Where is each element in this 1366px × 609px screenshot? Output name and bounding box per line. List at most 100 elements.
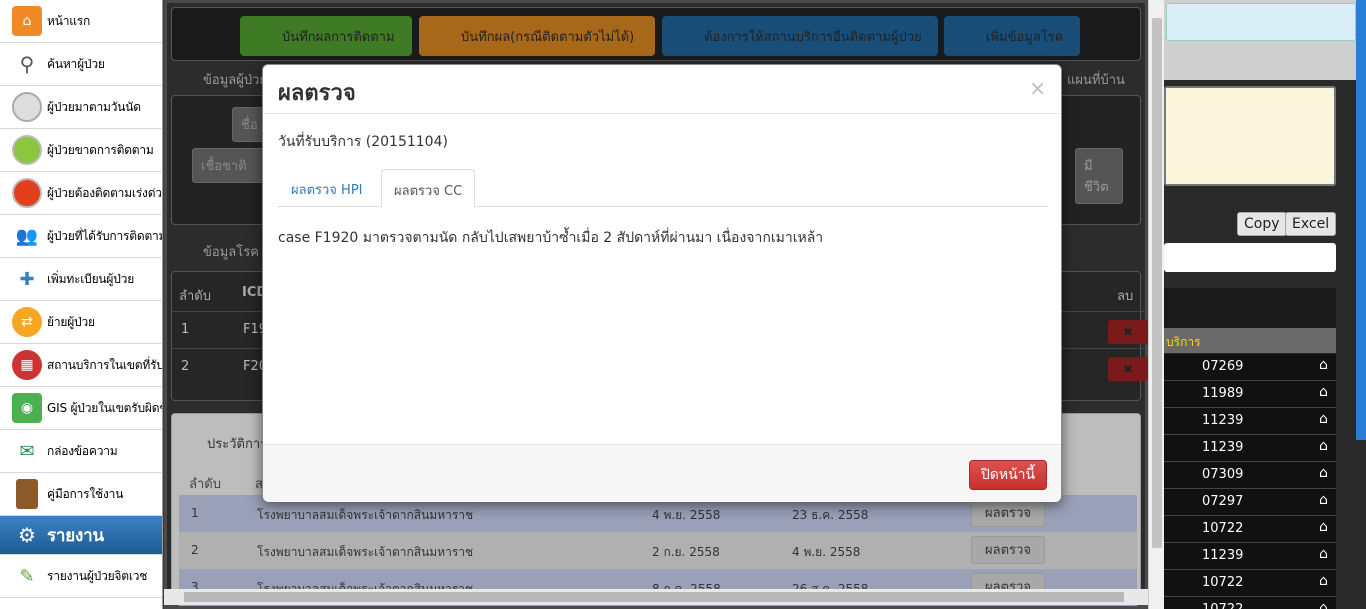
table-row[interactable]: 07297 ⌂ [1164, 489, 1336, 516]
sidebar-item-messages[interactable]: ✉ กล่องข้อความ [0, 430, 162, 473]
transfer-icon: ⇄ [12, 307, 42, 337]
save-not-found-label: บันทึกผล(กรณีติดตามตัวไม่ได้) [461, 29, 635, 45]
note-box [1164, 86, 1336, 186]
home-icon[interactable]: ⌂ [1319, 600, 1328, 609]
sidebar: ⌂ หน้าแรก ⚲ ค้นหาผู้ป่วย ผู้ป่วยมาตามวัน… [0, 0, 163, 609]
white-dot-icon [12, 92, 42, 122]
tab-hpi[interactable]: ผลตรวจ HPI [279, 169, 375, 207]
add-user-icon: ✚ [12, 264, 42, 294]
home-icon[interactable]: ⌂ [1319, 546, 1328, 562]
save-followup-button[interactable]: บันทึกผลการติดตาม [240, 16, 412, 56]
patient-info-header: ข้อมูลผู้ป่วย [203, 73, 268, 88]
sidebar-item-add-patient[interactable]: ✚ เพิ่มทะเบียนผู้ป่วย [0, 258, 162, 301]
row-no: 1 [191, 506, 199, 520]
table-search-input[interactable] [1164, 243, 1336, 272]
table-row[interactable]: 10722 ⌂ [1164, 597, 1336, 609]
sidebar-item-facilities[interactable]: ▦ สถานบริการในเขตที่รับผิดชอบ [0, 344, 162, 387]
exam-result-button[interactable]: ผลตรวจ [971, 536, 1045, 564]
info-box [1166, 3, 1356, 41]
sidebar-item-label: ผู้ป่วยที่ได้รับการติดตาม [47, 228, 162, 243]
home-icon[interactable]: ⌂ [1319, 492, 1328, 508]
home-icon: ⌂ [12, 6, 42, 36]
row-no: 1 [181, 322, 190, 337]
table-row[interactable]: 11239 ⌂ [1164, 543, 1336, 570]
map-pin-icon: ◉ [12, 393, 42, 423]
home-map-tab[interactable]: แผนที่บ้าน [1067, 69, 1125, 90]
history-col-order[interactable]: ลำดับ [189, 473, 221, 494]
users-icon: 👥 [12, 221, 42, 251]
table-row[interactable]: 10722 ⌂ [1164, 570, 1336, 597]
alive-status[interactable]: มีชีวิต [1075, 148, 1123, 204]
sidebar-item-label: รายงาน [47, 525, 104, 546]
sidebar-item-manual[interactable]: คู่มือการใช้งาน [0, 473, 162, 516]
home-icon[interactable]: ⌂ [1319, 384, 1328, 400]
sidebar-item-missed-followup[interactable]: ผู้ป่วยขาดการติดตาม [0, 129, 162, 172]
right-panel: Copy Excel บริการ 07269 ⌂ 11989 ⌂ 11239 ⌂ 1… [1164, 0, 1366, 609]
sidebar-item-label: รายงานผู้ป่วยจิตเวช [47, 568, 148, 583]
table-row[interactable]: 10722 ⌂ [1164, 516, 1336, 543]
sidebar-item-transfer[interactable]: ⇄ ย้ายผู้ป่วย [0, 301, 162, 344]
sidebar-item-reports[interactable]: ⚙ รายงาน [0, 516, 162, 555]
report-icon: ✎ [12, 561, 42, 591]
disease-col-delete: ลบ [1117, 289, 1134, 304]
row-no: 2 [181, 359, 190, 374]
right-accent-bar [1356, 0, 1366, 440]
table-row[interactable]: 07309 ⌂ [1164, 462, 1336, 489]
table-row[interactable]: 11239 ⌂ [1164, 408, 1336, 435]
home-icon[interactable]: ⌂ [1319, 465, 1328, 481]
table-row[interactable]: 07269 ⌂ [1164, 354, 1336, 381]
result-tabs: ผลตรวจ HPI ผลตรวจ CC [278, 169, 1048, 208]
home-icon[interactable]: ⌂ [1319, 573, 1328, 589]
row-date2: 4 พ.ย. 2558 [792, 545, 861, 559]
sidebar-item-label: กล่องข้อความ [47, 443, 118, 458]
tab-content-text: case F1920 มาตรวจตามนัด กลับไปเสพยาบ้าซ้… [278, 230, 824, 246]
tab-cc[interactable]: ผลตรวจ CC [381, 169, 476, 208]
service-date: วันที่รับบริการ (20151104) [278, 134, 448, 150]
home-icon[interactable]: ⌂ [1319, 519, 1328, 535]
home-icon[interactable]: ⌂ [1319, 438, 1328, 454]
right-top-area [1164, 0, 1366, 80]
sidebar-item-home[interactable]: ⌂ หน้าแรก [0, 0, 162, 43]
row-value: 10722 [1202, 602, 1243, 609]
home-icon[interactable]: ⌂ [1319, 411, 1328, 427]
disease-col-order[interactable]: ลำดับ [179, 285, 211, 306]
save-not-found-button[interactable]: บันทึกผล(กรณีติดตามตัวไม่ได้) [419, 16, 655, 56]
row-value: 07297 [1202, 494, 1244, 509]
action-toolbar: บันทึกผลการติดตาม บันทึกผล(กรณีติดตามตัว… [171, 7, 1141, 61]
sidebar-item-psych-report[interactable]: ✎ รายงานผู้ป่วยจิตเวช [0, 555, 162, 598]
book-icon [16, 479, 38, 509]
sidebar-item-gis[interactable]: ◉ GIS ผู้ป่วยในเขตรับผิดชอบ [0, 387, 162, 430]
table-row: 2 โรงพยาบาลสมเด็จพระเจ้าตากสินมหาราช 2 ก… [179, 532, 1137, 569]
row-value: 10722 [1202, 521, 1244, 536]
sidebar-item-appointment[interactable]: ผู้ป่วยมาตามวันนัด [0, 86, 162, 129]
table-row[interactable]: 11239 ⌂ [1164, 435, 1336, 462]
exam-result-modal: ผลตรวจ × วันที่รับบริการ (20151104) ผลตร… [262, 64, 1062, 502]
add-disease-button[interactable]: เพิ่มข้อมูลโรค [944, 16, 1080, 56]
row-date2: 23 ธ.ค. 2558 [792, 508, 869, 522]
scrollbar-thumb[interactable] [184, 592, 1124, 602]
disease-info-header: ข้อมูลโรค [203, 245, 259, 260]
excel-button[interactable]: Excel [1285, 212, 1337, 236]
row-date1: 4 พ.ย. 2558 [652, 508, 721, 522]
modal-title: ผลตรวจ [278, 81, 356, 106]
table-row[interactable]: 11989 ⌂ [1164, 381, 1336, 408]
sidebar-item-followed[interactable]: 👥 ผู้ป่วยที่ได้รับการติดตาม [0, 215, 162, 258]
sidebar-item-label: ผู้ป่วยขาดการติดตาม [47, 142, 154, 157]
copy-button[interactable]: Copy [1237, 212, 1287, 236]
sidebar-item-label: เพิ่มทะเบียนผู้ป่วย [47, 271, 135, 286]
close-page-button[interactable]: ปิดหน้านี้ [969, 460, 1047, 490]
request-other-facility-button[interactable]: ต้องการให้สถานบริการอื่นติดตามผู้ป่วย [662, 16, 938, 56]
close-icon[interactable]: × [1029, 76, 1046, 100]
sidebar-item-search-patient[interactable]: ⚲ ค้นหาผู้ป่วย [0, 43, 162, 86]
exam-result-button[interactable]: ผลตรวจ [971, 499, 1045, 527]
sidebar-item-label: หน้าแรก [47, 13, 91, 28]
home-icon[interactable]: ⌂ [1319, 357, 1328, 373]
horizontal-scrollbar[interactable] [164, 589, 1148, 605]
sidebar-item-label: GIS ผู้ป่วยในเขตรับผิดชอบ [47, 400, 162, 415]
scrollbar-thumb[interactable] [1152, 18, 1162, 548]
sidebar-item-urgent[interactable]: ผู้ป่วยต้องติดตามเร่งด่วน [0, 172, 162, 215]
row-date1: 2 ก.ย. 2558 [652, 545, 720, 559]
delete-button[interactable]: ✖ [1108, 357, 1148, 381]
delete-button[interactable]: ✖ [1108, 320, 1148, 344]
vertical-scrollbar[interactable] [1148, 0, 1164, 609]
